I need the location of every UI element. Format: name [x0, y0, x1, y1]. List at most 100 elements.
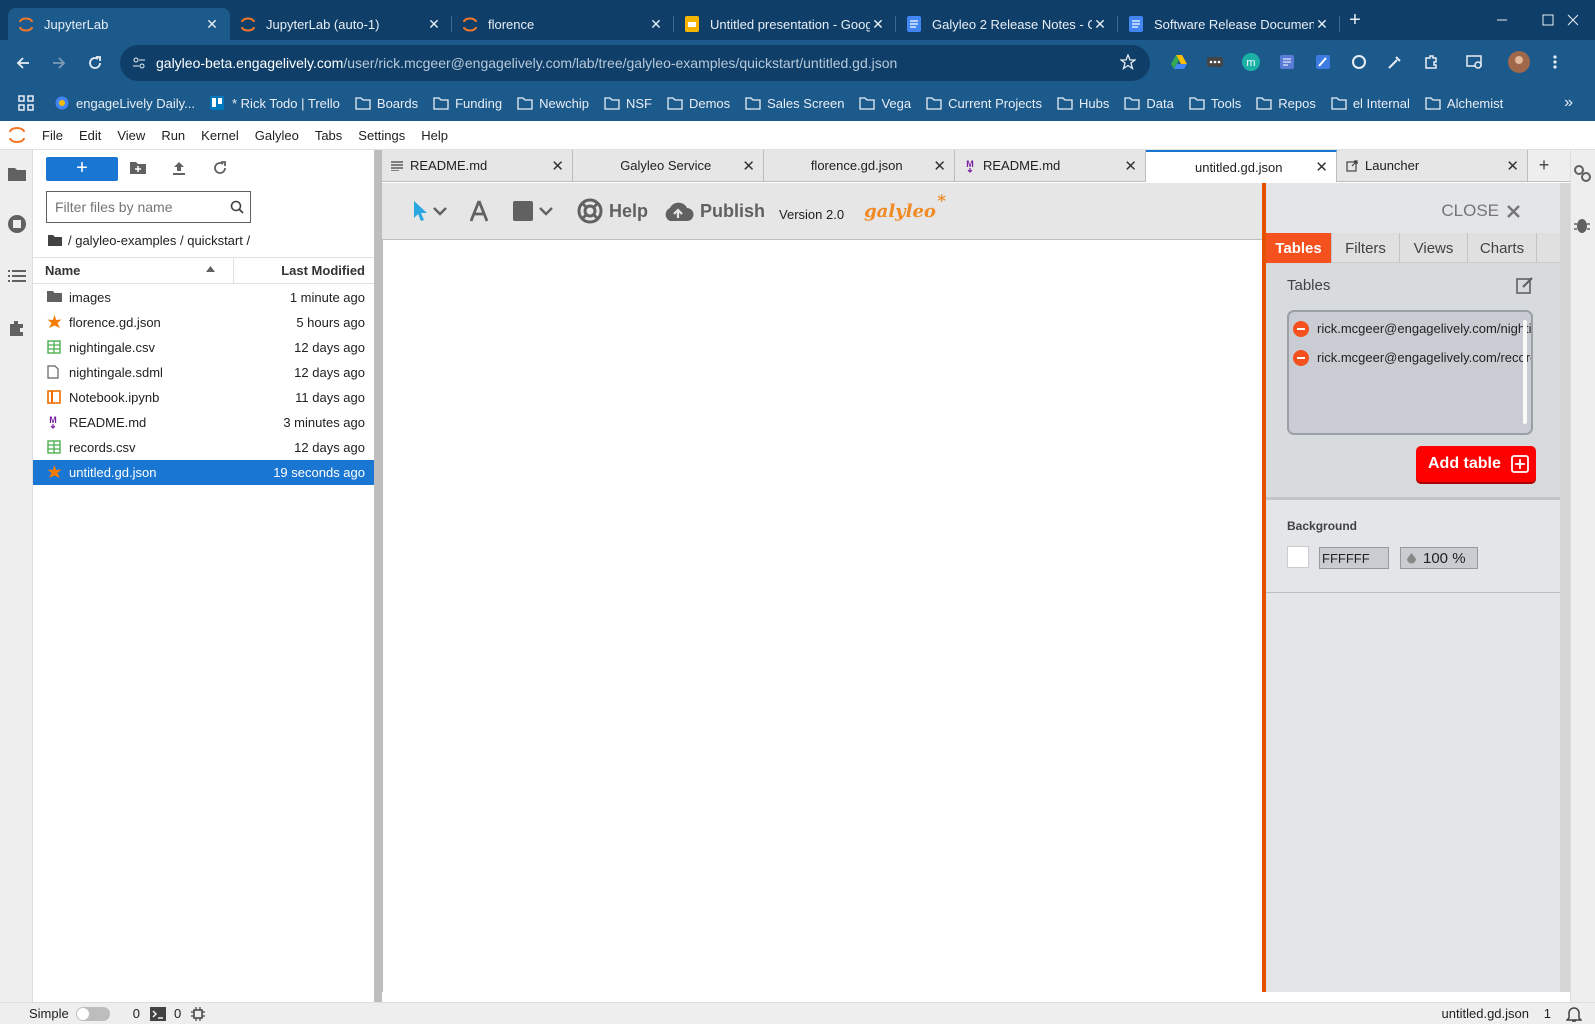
file-row[interactable]: florence.gd.json 5 hours ago [33, 310, 374, 335]
cast-search-icon[interactable] [1461, 48, 1489, 76]
google-drive-icon[interactable] [1165, 48, 1193, 76]
close-tab-icon[interactable]: ✕ [933, 157, 946, 175]
document-tab[interactable]: Galyleo Service ✕ [573, 150, 764, 181]
running-kernels-icon[interactable] [6, 213, 28, 235]
close-tab-icon[interactable]: ✕ [1315, 158, 1328, 176]
file-row[interactable]: nightingale.sdml 12 days ago [33, 360, 374, 385]
browser-tab[interactable]: JupyterLab (auto-1) ✕ [230, 8, 452, 40]
close-window-icon[interactable] [1551, 0, 1595, 40]
document-tab[interactable]: README.md ✕ [382, 150, 573, 181]
simple-mode-toggle[interactable] [75, 1006, 110, 1021]
extension-notes-icon[interactable] [1273, 48, 1301, 76]
background-color-swatch[interactable] [1287, 546, 1309, 568]
new-folder-icon[interactable] [130, 161, 148, 179]
new-launcher-button[interactable]: + [46, 157, 118, 181]
extension-sync-icon[interactable] [1345, 48, 1373, 76]
panel-splitter[interactable] [374, 150, 382, 1002]
close-tab-icon[interactable]: ✕ [551, 157, 564, 175]
close-tab-icon[interactable]: ✕ [1506, 157, 1519, 175]
bookmark-item[interactable]: Sales Screen [745, 96, 844, 111]
table-list-scrollbar[interactable] [1523, 320, 1527, 424]
bookmark-item[interactable]: Boards [355, 96, 418, 111]
table-row[interactable]: rick.mcgeer@engagelively.com/nightingale [1289, 314, 1531, 343]
browser-tab[interactable]: JupyterLab ✕ [8, 8, 230, 40]
help-button[interactable]: Help [577, 198, 648, 224]
menu-run[interactable]: Run [153, 128, 193, 143]
column-last-modified[interactable]: Last Modified [281, 263, 365, 278]
file-row[interactable]: untitled.gd.json 19 seconds ago [33, 460, 374, 485]
apps-grid-icon[interactable] [18, 95, 34, 111]
side-panel-scrollbar[interactable] [1560, 183, 1570, 992]
bookmark-item[interactable]: engageLively Daily... [54, 96, 195, 111]
table-row[interactable]: rick.mcgeer@engagelively.com/records [1289, 343, 1531, 372]
close-tab-icon[interactable]: ✕ [742, 157, 755, 175]
bookmark-item[interactable]: NSF [604, 96, 652, 111]
bookmark-item[interactable]: Funding [433, 96, 502, 111]
browser-tab[interactable]: Galyleo 2 Release Notes - Go ✕ [896, 8, 1118, 40]
side-tab-tables[interactable]: Tables [1266, 233, 1332, 263]
file-row[interactable]: records.csv 12 days ago [33, 435, 374, 460]
close-tab-icon[interactable]: ✕ [648, 16, 664, 33]
edit-icon[interactable] [1516, 276, 1534, 294]
back-icon[interactable] [5, 45, 41, 81]
column-name[interactable]: Name [45, 263, 80, 278]
minimize-icon[interactable] [1480, 0, 1524, 40]
document-tab[interactable]: untitled.gd.json ✕ [1146, 150, 1337, 182]
extension-dots-icon[interactable] [1201, 48, 1229, 76]
new-tab-button[interactable]: + [1340, 9, 1370, 32]
breadcrumb-path[interactable]: / galyleo-examples / quickstart / [68, 233, 250, 248]
extensions-puzzle-icon[interactable] [1417, 48, 1445, 76]
terminals-count[interactable]: 0 [133, 1006, 140, 1021]
remove-table-icon[interactable] [1293, 349, 1309, 366]
home-folder-icon[interactable] [48, 234, 62, 246]
bookmark-item[interactable]: Hubs [1057, 96, 1109, 111]
profile-avatar[interactable] [1505, 48, 1533, 76]
file-row[interactable]: Notebook.ipynb 11 days ago [33, 385, 374, 410]
bookmark-item[interactable]: Tools [1189, 96, 1241, 111]
dashboard-canvas[interactable] [382, 240, 1262, 992]
add-table-button[interactable]: Add table [1416, 446, 1536, 482]
bookmark-item[interactable]: Vega [859, 96, 911, 111]
close-tab-icon[interactable]: ✕ [1092, 16, 1108, 33]
file-row[interactable]: images 1 minute ago [33, 285, 374, 310]
extension-m-icon[interactable]: m [1237, 48, 1265, 76]
close-panel-button[interactable]: CLOSE [1441, 201, 1520, 221]
menu-edit[interactable]: Edit [71, 128, 109, 143]
close-tab-icon[interactable]: ✕ [204, 16, 220, 33]
document-tab[interactable]: florence.gd.json ✕ [764, 150, 955, 181]
close-tab-icon[interactable]: ✕ [870, 16, 886, 33]
text-tool-icon[interactable] [469, 200, 489, 222]
menu-help[interactable]: Help [413, 128, 456, 143]
debugger-bug-icon[interactable] [1574, 216, 1590, 234]
refresh-icon[interactable] [213, 161, 231, 179]
browser-tab[interactable]: florence ✕ [452, 8, 674, 40]
file-row[interactable]: nightingale.csv 12 days ago [33, 335, 374, 360]
menu-file[interactable]: File [34, 128, 71, 143]
menu-galyleo[interactable]: Galyleo [247, 128, 307, 143]
forward-icon[interactable] [41, 45, 77, 81]
add-tab-button[interactable]: + [1534, 150, 1554, 181]
table-of-contents-icon[interactable] [6, 265, 28, 287]
menu-settings[interactable]: Settings [350, 128, 413, 143]
bookmark-item[interactable]: Current Projects [926, 96, 1042, 111]
bookmark-item[interactable]: Repos [1256, 96, 1316, 111]
menu-kernel[interactable]: Kernel [193, 128, 247, 143]
side-tab-filters[interactable]: Filters [1332, 233, 1400, 263]
bookmark-item[interactable]: el Internal [1331, 96, 1410, 111]
close-tab-icon[interactable]: ✕ [1314, 16, 1330, 33]
browser-menu-icon[interactable] [1541, 48, 1569, 76]
browser-tab[interactable]: Untitled presentation - Googl ✕ [674, 8, 896, 40]
url-bar[interactable]: galyleo-beta.engagelively.com/user/rick.… [120, 45, 1150, 81]
upload-icon[interactable] [172, 161, 190, 179]
browser-tab[interactable]: Software Release Document f ✕ [1118, 8, 1340, 40]
remove-table-icon[interactable] [1293, 320, 1309, 337]
bookmark-star-icon[interactable] [1120, 54, 1136, 70]
extensions-puzzle-icon[interactable] [6, 317, 28, 339]
select-tool-button[interactable] [412, 200, 447, 222]
bookmark-item[interactable]: Data [1124, 96, 1174, 111]
shape-tool-button[interactable] [513, 201, 553, 221]
side-tab-views[interactable]: Views [1400, 233, 1468, 263]
bookmark-item[interactable]: * Rick Todo | Trello [210, 96, 340, 111]
background-color-input[interactable]: FFFFFF [1319, 547, 1389, 569]
background-opacity-input[interactable]: 100 % [1400, 547, 1478, 569]
